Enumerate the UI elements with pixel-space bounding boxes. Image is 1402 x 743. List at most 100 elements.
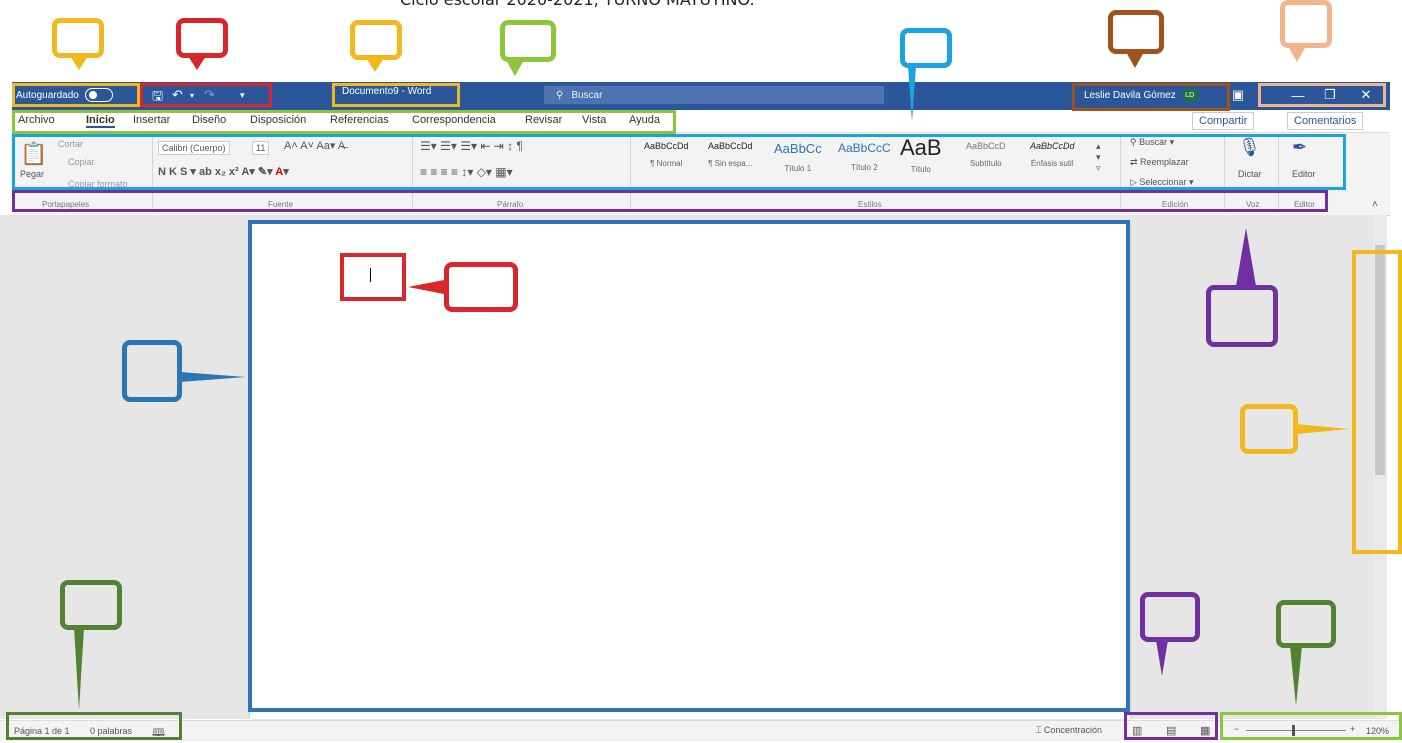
divider bbox=[630, 137, 631, 209]
ribbon: 📋 Pegar Cortar Copiar Copiar formato Por… bbox=[12, 132, 1390, 216]
ribbon-display-options-icon[interactable]: ▣ bbox=[1224, 85, 1252, 105]
editor-button[interactable]: Editor bbox=[1292, 169, 1316, 179]
redo-icon[interactable]: ↷ bbox=[204, 87, 215, 103]
collapse-ribbon-icon[interactable]: ˄ bbox=[1372, 199, 1378, 210]
style-heading-1[interactable]: AaBbCc Título 1 bbox=[774, 141, 822, 173]
grow-font-icon[interactable]: A˄ A˅ Aa▾ A̶ bbox=[284, 139, 345, 152]
tab-referencias[interactable]: Referencias bbox=[330, 114, 389, 126]
undo-dropdown-icon[interactable]: ▾ bbox=[190, 91, 194, 100]
styles-gallery-more-icon[interactable]: ▴ ▾ ▿ bbox=[1096, 141, 1101, 174]
ribbon-tabs: Archivo Inicio Insertar Diseño Disposici… bbox=[12, 110, 1390, 132]
zoom-out-icon[interactable]: − bbox=[1234, 724, 1239, 734]
callout-tail bbox=[366, 58, 384, 72]
group-label-voice: Voz bbox=[1246, 200, 1260, 209]
callout-tail bbox=[506, 60, 524, 76]
group-label-editing: Edición bbox=[1162, 200, 1189, 209]
document-title: Documento9 - Word bbox=[342, 86, 432, 97]
avatar[interactable]: LD bbox=[1181, 88, 1198, 102]
scrollbar-thumb[interactable] bbox=[1375, 245, 1385, 475]
tab-inicio[interactable]: Inicio bbox=[86, 114, 115, 128]
document-page[interactable] bbox=[250, 223, 1130, 719]
callout-tail bbox=[908, 66, 916, 122]
document-canvas bbox=[0, 215, 1387, 719]
callout-tail bbox=[1236, 228, 1256, 286]
find-icon: ⚲ bbox=[1130, 137, 1140, 147]
callout-tail bbox=[1290, 646, 1302, 706]
tab-archivo[interactable]: Archivo bbox=[18, 114, 55, 126]
divider bbox=[1120, 137, 1121, 209]
focus-mode-button[interactable]: ⌶ Concentración bbox=[1036, 725, 1102, 736]
word-count[interactable]: 0 palabras bbox=[90, 726, 132, 736]
style-subtle-emphasis[interactable]: AaBbCcDd Énfasis sutil bbox=[1030, 141, 1075, 168]
divider bbox=[412, 137, 413, 209]
callout-tail bbox=[408, 280, 444, 294]
style-title[interactable]: AaB Título bbox=[900, 135, 942, 174]
microphone-icon[interactable]: 🎙 bbox=[1238, 137, 1261, 158]
style-no-spacing[interactable]: AaBbCcDd ¶ Sin espa... bbox=[708, 141, 753, 168]
find-button[interactable]: ⚲ Buscar ▾ bbox=[1130, 137, 1174, 148]
cut-button[interactable]: Cortar bbox=[58, 139, 83, 149]
close-icon[interactable]: ✕ bbox=[1352, 85, 1380, 105]
group-label-styles: Estilos bbox=[858, 200, 882, 209]
callout-tail bbox=[1296, 424, 1350, 434]
divider bbox=[1278, 137, 1279, 209]
alignment-icons[interactable]: ≡ ≡ ≡ ≡ ↕▾ ◇▾ ▦▾ bbox=[420, 165, 513, 179]
autosave-control[interactable]: Autoguardado bbox=[16, 85, 113, 105]
copy-button[interactable]: Copiar bbox=[68, 157, 95, 167]
paste-icon[interactable]: 📋 bbox=[20, 141, 47, 167]
format-painter-button[interactable]: Copiar formato bbox=[68, 179, 128, 189]
restore-icon[interactable]: ❐ bbox=[1316, 85, 1344, 105]
font-name-select[interactable]: Calibri (Cuerpo) bbox=[158, 141, 230, 155]
tab-insertar[interactable]: Insertar bbox=[133, 114, 170, 126]
customize-quick-access-icon[interactable]: ▾ bbox=[240, 90, 245, 101]
vertical-scrollbar[interactable] bbox=[1373, 215, 1387, 719]
print-layout-icon[interactable]: ▤ bbox=[1166, 724, 1176, 737]
tab-ayuda[interactable]: Ayuda bbox=[629, 114, 660, 126]
document-caption: Ciclo escolar 2020-2021, TURNO MATUTINO. bbox=[0, 0, 1402, 78]
replace-button[interactable]: ⇄ Reemplazar bbox=[1130, 157, 1189, 168]
group-label-clipboard: Portapapeles bbox=[42, 200, 90, 209]
style-subtitle[interactable]: AaBbCcD Subtítulo bbox=[966, 141, 1006, 168]
zoom-slider[interactable] bbox=[1246, 730, 1346, 731]
user-name: Leslie Davila Gómez bbox=[1084, 89, 1176, 101]
tab-revisar[interactable]: Revisar bbox=[525, 114, 562, 126]
autosave-toggle[interactable] bbox=[84, 88, 113, 102]
save-icon[interactable]: 🖫 bbox=[152, 87, 163, 109]
zoom-slider-thumb[interactable] bbox=[1292, 725, 1295, 736]
callout-tail bbox=[1288, 46, 1306, 62]
share-button[interactable]: Compartir bbox=[1192, 112, 1255, 130]
font-format-icons[interactable]: N K S ▾ ab x₂ x² A▾ ✎▾ A▾ bbox=[158, 165, 289, 178]
read-mode-icon[interactable]: ▥ bbox=[1132, 724, 1142, 737]
web-layout-icon[interactable]: ▦ bbox=[1200, 724, 1210, 737]
proofing-icon[interactable]: 🕮 bbox=[152, 724, 165, 743]
divider bbox=[1224, 137, 1225, 209]
tab-correspondencia[interactable]: Correspondencia bbox=[412, 114, 496, 126]
paste-button[interactable]: Pegar bbox=[20, 169, 44, 179]
tab-disposicion[interactable]: Disposición bbox=[250, 114, 306, 126]
group-label-editor: Editor bbox=[1294, 200, 1315, 209]
select-button[interactable]: ▷ Seleccionar ▾ bbox=[1130, 177, 1193, 188]
list-icons[interactable]: ☰▾ ☰▾ ☰▾ ⇤ ⇥ ↕ ¶ bbox=[420, 139, 523, 153]
zoom-level[interactable]: 120% bbox=[1366, 726, 1389, 736]
focus-icon: ⌶ bbox=[1036, 725, 1042, 735]
editor-icon[interactable]: ✒ bbox=[1292, 137, 1307, 158]
search-box[interactable]: ⚲ Buscar bbox=[544, 86, 884, 104]
tab-vista[interactable]: Vista bbox=[582, 114, 606, 126]
replace-icon: ⇄ bbox=[1130, 157, 1141, 167]
account-area[interactable]: Leslie Davila Gómez LD bbox=[1084, 88, 1198, 102]
callout-tail bbox=[70, 56, 88, 70]
text-cursor bbox=[370, 268, 371, 282]
title-bar: Autoguardado 🖫 ↶ ▾ ↷ ▾ Documento9 - Word… bbox=[12, 82, 1390, 110]
comments-button[interactable]: Comentarios bbox=[1287, 112, 1364, 130]
page-count[interactable]: Página 1 de 1 bbox=[14, 726, 70, 736]
zoom-in-icon[interactable]: + bbox=[1350, 724, 1355, 734]
callout-tail bbox=[188, 56, 206, 70]
dictate-button[interactable]: Dictar bbox=[1238, 169, 1262, 179]
style-heading-2[interactable]: AaBbCcC Título 2 bbox=[838, 141, 891, 172]
minimize-icon[interactable]: — bbox=[1284, 85, 1312, 105]
font-size-select[interactable]: 11 bbox=[252, 141, 270, 155]
undo-icon[interactable]: ↶ bbox=[172, 87, 183, 103]
autosave-label: Autoguardado bbox=[16, 89, 79, 101]
tab-diseno[interactable]: Diseño bbox=[192, 114, 226, 126]
style-normal[interactable]: AaBbCcDd ¶ Normal bbox=[644, 141, 689, 168]
